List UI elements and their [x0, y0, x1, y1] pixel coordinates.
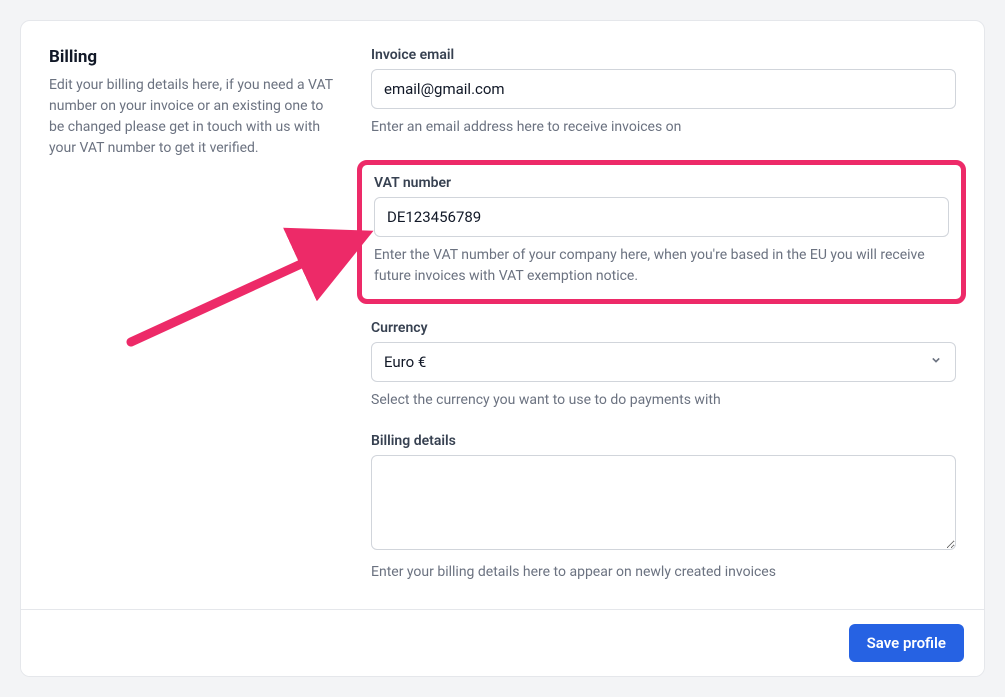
- currency-helper: Select the currency you want to use to d…: [371, 390, 956, 411]
- billing-details-textarea[interactable]: [371, 455, 956, 550]
- invoice-email-group: Invoice email Enter an email address her…: [371, 47, 956, 138]
- billing-description: Edit your billing details here, if you n…: [49, 75, 339, 159]
- billing-details-group: Billing details Enter your billing detai…: [371, 433, 956, 583]
- card-footer: Save profile: [21, 609, 984, 676]
- billing-details-helper: Enter your billing details here to appea…: [371, 562, 956, 583]
- invoice-email-helper: Enter an email address here to receive i…: [371, 117, 956, 138]
- currency-label: Currency: [371, 320, 956, 336]
- billing-sidebar: Billing Edit your billing details here, …: [49, 47, 339, 583]
- invoice-email-input[interactable]: [371, 69, 956, 109]
- currency-select[interactable]: Euro €: [371, 342, 956, 382]
- save-profile-button[interactable]: Save profile: [849, 624, 964, 662]
- vat-number-helper: Enter the VAT number of your company her…: [374, 245, 949, 287]
- invoice-email-label: Invoice email: [371, 47, 956, 63]
- billing-title: Billing: [49, 47, 339, 67]
- vat-number-input[interactable]: [374, 197, 949, 237]
- billing-details-label: Billing details: [371, 433, 956, 449]
- vat-highlight-box: VAT number Enter the VAT number of your …: [357, 160, 966, 304]
- vat-number-label: VAT number: [374, 175, 949, 191]
- currency-select-wrapper: Euro €: [371, 342, 956, 382]
- card-body: Billing Edit your billing details here, …: [21, 21, 984, 609]
- billing-form: Invoice email Enter an email address her…: [371, 47, 956, 583]
- currency-group: Currency Euro € Select the currency you …: [371, 320, 956, 411]
- billing-card: Billing Edit your billing details here, …: [20, 20, 985, 677]
